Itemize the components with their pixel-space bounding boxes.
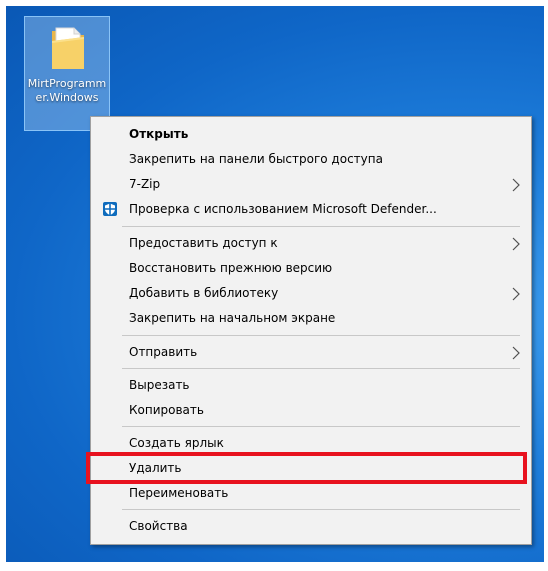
menu-item-7zip[interactable]: 7-Zip: [93, 172, 529, 197]
menu-item-label: Закрепить на начальном экране: [129, 311, 336, 325]
menu-item-label: Восстановить прежнюю версию: [129, 261, 333, 275]
menu-item-cut[interactable]: Вырезать: [93, 373, 529, 398]
menu-item-properties[interactable]: Свойства: [93, 514, 529, 539]
menu-separator: [122, 226, 520, 227]
menu-item-label: Вырезать: [129, 378, 190, 392]
menu-item-label: Свойства: [129, 519, 188, 533]
menu-item-label: Предоставить доступ к: [129, 236, 278, 250]
menu-item-label: 7-Zip: [129, 177, 161, 191]
menu-item-add-to-library[interactable]: Добавить в библиотеку: [93, 281, 529, 306]
menu-item-copy[interactable]: Копировать: [93, 398, 529, 423]
menu-item-send-to[interactable]: Отправить: [93, 340, 529, 365]
menu-item-rename[interactable]: Переименовать: [93, 481, 529, 506]
menu-item-label: Добавить в библиотеку: [129, 286, 279, 300]
menu-item-label: Открыть: [129, 127, 189, 141]
menu-separator: [122, 509, 520, 510]
menu-item-label: Создать ярлык: [129, 436, 224, 450]
menu-item-label: Закрепить на панели быстрого доступа: [129, 152, 383, 166]
chevron-right-icon: [512, 287, 520, 301]
menu-item-label: Копировать: [129, 403, 204, 417]
menu-item-defender-scan[interactable]: Проверка с использованием Microsoft Defe…: [93, 197, 529, 222]
menu-item-label: Проверка с использованием Microsoft Defe…: [129, 202, 437, 216]
folder-icon: [52, 27, 84, 69]
menu-separator: [122, 426, 520, 427]
menu-separator: [122, 368, 520, 369]
menu-item-pin-quick-access[interactable]: Закрепить на панели быстрого доступа: [93, 147, 529, 172]
chevron-right-icon: [512, 237, 520, 251]
chevron-right-icon: [512, 178, 520, 192]
menu-separator: [122, 335, 520, 336]
menu-item-label: Отправить: [129, 345, 198, 359]
menu-item-pin-start[interactable]: Закрепить на начальном экране: [93, 306, 529, 331]
menu-item-open[interactable]: Открыть: [93, 122, 529, 147]
delete-highlight-frame: [86, 452, 527, 484]
menu-item-label: Переименовать: [129, 486, 229, 500]
desktop-folder-icon[interactable]: MirtProgrammer.Windows: [24, 16, 110, 131]
chevron-right-icon: [512, 346, 520, 360]
menu-item-share-with[interactable]: Предоставить доступ к: [93, 231, 529, 256]
defender-shield-icon: [103, 202, 117, 216]
menu-item-restore-previous[interactable]: Восстановить прежнюю версию: [93, 256, 529, 281]
desktop-icon-label: MirtProgrammer.Windows: [27, 77, 107, 104]
